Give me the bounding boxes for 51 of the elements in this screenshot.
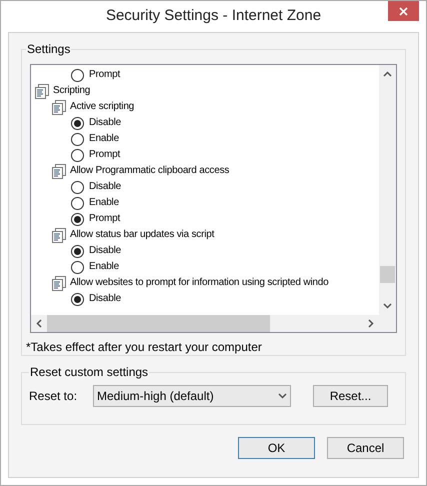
option-label: Disable <box>89 180 121 194</box>
settings-list[interactable] <box>30 64 397 333</box>
reset-level-dropdown[interactable]: Medium-high (default) <box>93 385 291 407</box>
setting-label: Active scripting <box>70 100 134 114</box>
radio-button[interactable] <box>71 116 84 130</box>
close-icon <box>399 6 408 16</box>
radio-button[interactable] <box>71 180 84 194</box>
vertical-scrollbar[interactable] <box>379 65 396 315</box>
setting-label: Scripting <box>53 84 90 98</box>
window-title: Security Settings - Internet Zone <box>106 6 322 26</box>
script-icon <box>51 275 67 291</box>
dialog-button[interactable]: Cancel <box>327 437 404 459</box>
scroll-thumb[interactable] <box>47 315 270 332</box>
option-label: Enable <box>89 132 119 146</box>
radio-button[interactable] <box>71 260 84 274</box>
script-icon <box>51 163 67 179</box>
scroll-up-icon <box>383 71 392 77</box>
horizontal-scrollbar[interactable] <box>31 315 379 332</box>
option-label: Prompt <box>89 148 120 162</box>
radio-button[interactable] <box>71 196 84 210</box>
option-label: Prompt <box>89 212 120 226</box>
field-label: Reset to: <box>29 388 78 405</box>
option-label: Disable <box>89 292 121 306</box>
group-label: Settings <box>26 42 72 56</box>
script-icon <box>51 227 67 243</box>
dropdown-caret-icon <box>278 393 287 399</box>
setting-label: Allow status bar updates via script <box>70 228 214 242</box>
reset-button[interactable]: Reset... <box>313 385 388 407</box>
radio-button[interactable] <box>71 148 84 162</box>
group-label: Reset custom settings <box>29 365 150 379</box>
radio-button[interactable] <box>71 68 84 82</box>
script-icon <box>34 83 50 99</box>
option-label: Disable <box>89 244 121 258</box>
radio-button[interactable] <box>71 244 84 258</box>
radio-button[interactable] <box>71 212 84 226</box>
option-label: Prompt <box>89 68 120 82</box>
scroll-right-icon <box>368 319 374 328</box>
option-label: Disable <box>89 116 121 130</box>
script-icon <box>51 99 67 115</box>
close-button[interactable] <box>388 1 419 21</box>
scroll-down-icon <box>383 303 392 309</box>
dialog-button[interactable]: OK <box>238 437 315 459</box>
setting-label: Allow Programmatic clipboard access <box>70 164 230 178</box>
radio-button[interactable] <box>71 132 84 146</box>
restart-note: *Takes effect after you restart your computer <box>26 339 263 356</box>
scroll-left-icon <box>36 319 42 328</box>
option-label: Enable <box>89 260 119 274</box>
scroll-thumb[interactable] <box>380 266 395 283</box>
setting-label: Allow websites to prompt for information using scripted windo <box>70 276 328 290</box>
radio-button[interactable] <box>71 292 84 306</box>
option-label: Enable <box>89 196 119 210</box>
